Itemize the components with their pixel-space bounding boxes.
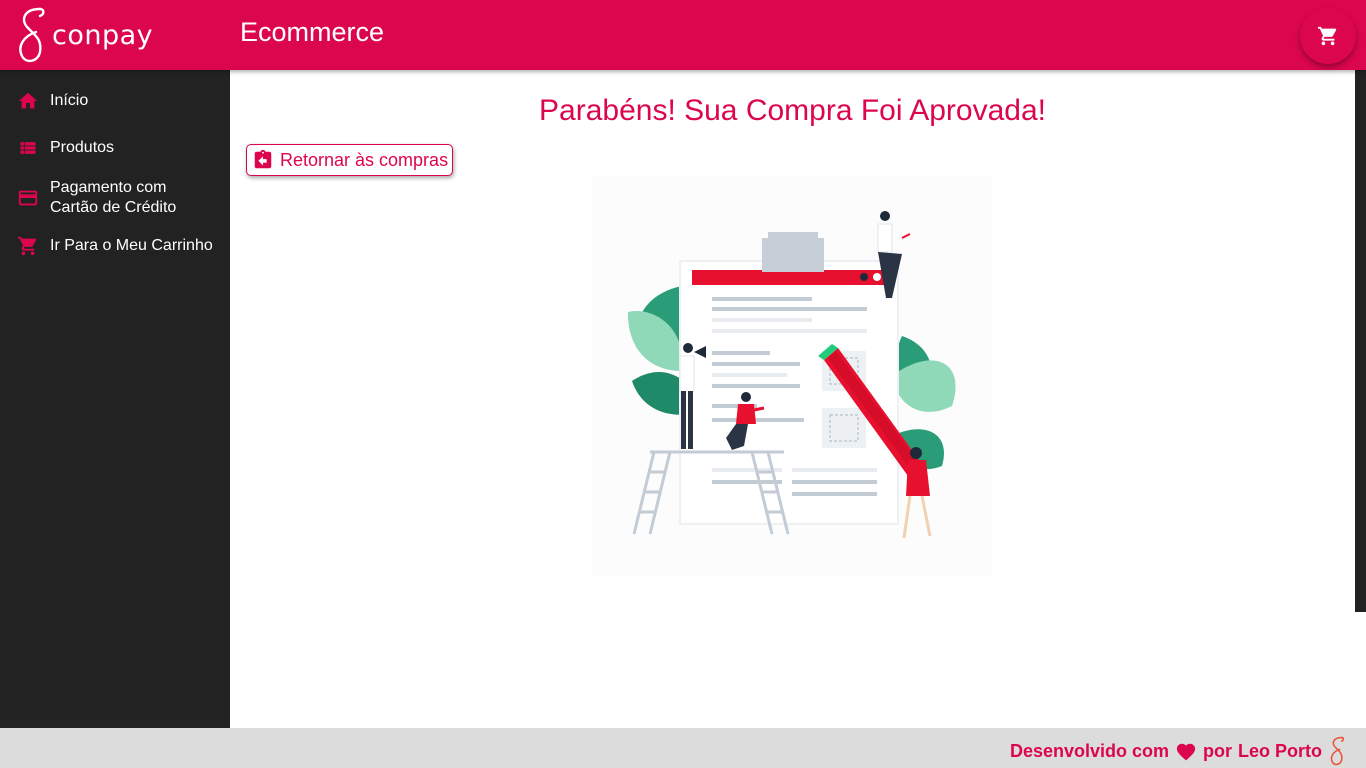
top-app-bar: conpay Ecommerce [0,0,1366,70]
conpay-logo[interactable]: conpay [14,6,153,64]
footer-credit: Desenvolvido com por Leo Porto [1010,736,1346,766]
sidebar-item-label: Início [50,92,89,109]
return-to-shopping-button[interactable]: Retornar às compras [246,144,454,176]
app-title: Ecommerce [240,17,385,47]
credit-card-icon [16,186,40,210]
sidebar-item-carrinho[interactable]: Ir Para o Meu Carrinho [0,224,230,268]
sidebar-item-label: Pagamento com Cartão de Crédito [50,179,177,216]
footer-prefix: Desenvolvido com [1009,740,1169,761]
sidebar-item-inicio[interactable]: Início [0,78,230,124]
page-title: Parabéns! Sua Compra Foi Aprovada! [539,94,1046,127]
approved-purchase-illustration [592,176,992,576]
cart-icon [16,234,40,258]
conpay-logo-icon [1330,736,1345,766]
footer-author[interactable]: Leo Porto [1238,741,1322,762]
list-icon [16,136,40,160]
cart-button[interactable] [1300,8,1356,64]
footer: Desenvolvido com por Leo Porto [0,728,1366,768]
return-button-label: Retornar às compras [280,149,449,170]
sidebar-item-produtos[interactable]: Produtos [0,124,230,172]
scrollbar[interactable] [1355,70,1366,612]
cart-icon [1317,26,1337,46]
footer-middle: por [1203,740,1232,761]
assignment-return-icon [254,149,272,169]
conpay-logo-icon [19,7,45,63]
main-content: Parabéns! Sua Compra Foi Aprovada! Retor… [230,70,1355,612]
sidebar: Início Produtos Pagamento com Cartão de … [0,70,230,728]
logo-text: conpay [52,19,154,51]
sidebar-item-pagamento[interactable]: Pagamento com Cartão de Crédito [0,172,230,224]
home-icon [16,89,40,113]
heart-icon [1176,743,1196,761]
clipboard [679,232,899,525]
sidebar-item-label: Produtos [50,139,115,156]
sidebar-item-label: Ir Para o Meu Carrinho [50,237,213,254]
